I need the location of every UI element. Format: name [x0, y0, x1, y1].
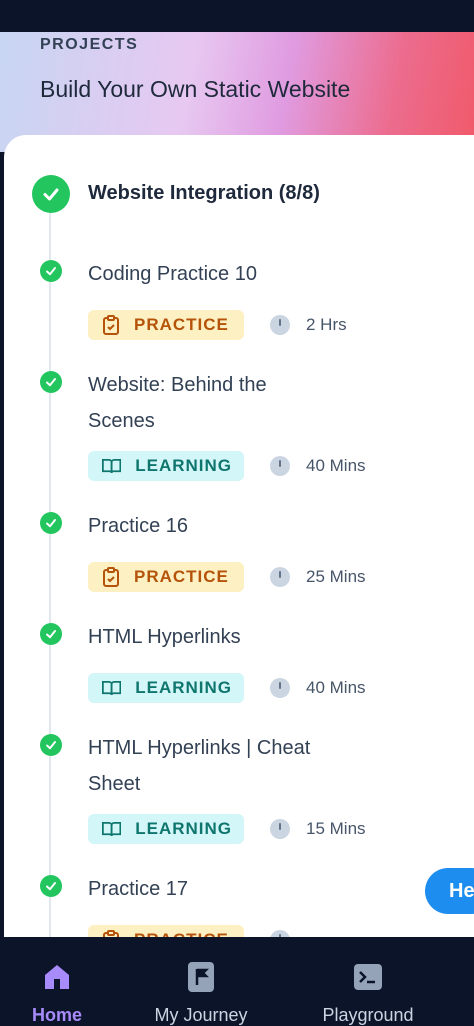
book-icon [102, 681, 122, 696]
duration: 25 Mins [306, 567, 366, 586]
learning-badge: LEARNING [88, 814, 244, 844]
status-bar [0, 0, 474, 32]
clock-icon [270, 930, 290, 937]
nav-label: Home [31, 1005, 82, 1025]
badge-label: LEARNING [135, 456, 232, 475]
check-icon [40, 875, 62, 897]
nav-label: Playground [322, 1005, 414, 1025]
course-card: Website Integration (8/8) Coding Practic… [4, 135, 474, 937]
clipboard-icon [103, 567, 119, 587]
section-label: PROJECTS [40, 36, 139, 53]
badge-label: PRACTICE [134, 315, 229, 334]
nav-item-my-journey[interactable]: My Journey [148, 937, 254, 1026]
clock-icon [270, 456, 290, 476]
page-title: Build Your Own Static Website [40, 76, 351, 102]
book-icon [102, 459, 122, 474]
home-icon [42, 961, 72, 993]
item-title[interactable]: Practice 17 [88, 871, 338, 907]
duration: 40 Mins [306, 678, 366, 697]
timeline-line [49, 195, 51, 937]
nav-label: My Journey [154, 1005, 248, 1025]
learning-badge: LEARNING [88, 451, 244, 481]
check-icon [40, 512, 62, 534]
learning-badge: LEARNING [88, 673, 244, 703]
nav-item-home[interactable]: Home [20, 937, 94, 1026]
check-icon [40, 734, 62, 756]
module-check-icon [32, 175, 70, 213]
flag-icon [186, 961, 216, 993]
project-header: PROJECTS Build Your Own Static Website [0, 32, 474, 152]
clipboard-icon [103, 315, 119, 335]
bottom-nav: Home My Journey Playground [0, 937, 474, 1026]
clock-icon [270, 678, 290, 698]
clipboard-icon [103, 930, 119, 937]
practice-badge: PRACTICE [88, 925, 244, 937]
nav-item-playground[interactable]: Playground [316, 937, 420, 1026]
clock-icon [270, 567, 290, 587]
terminal-icon [353, 961, 383, 993]
item-title[interactable]: Practice 16 [88, 508, 338, 544]
help-button-label: He [449, 879, 474, 902]
item-title[interactable]: HTML Hyperlinks [88, 619, 338, 655]
badge-label: PRACTICE [134, 930, 229, 937]
check-icon [40, 371, 62, 393]
item-title[interactable]: Website: Behind the Scenes [88, 367, 338, 439]
check-icon [40, 623, 62, 645]
item-title[interactable]: HTML Hyperlinks | Cheat Sheet [88, 730, 358, 802]
clock-icon [270, 819, 290, 839]
clock-icon [270, 315, 290, 335]
badge-label: LEARNING [135, 678, 232, 697]
module-title[interactable]: Website Integration (8/8) [88, 182, 320, 205]
duration: 15 Mins [306, 819, 366, 838]
practice-badge: PRACTICE [88, 310, 244, 340]
badge-label: LEARNING [135, 819, 232, 838]
duration: 40 Mins [306, 456, 366, 475]
badge-label: PRACTICE [134, 567, 229, 586]
book-icon [102, 822, 122, 837]
practice-badge: PRACTICE [88, 562, 244, 592]
duration: 2 Hrs [306, 315, 347, 334]
item-title[interactable]: Coding Practice 10 [88, 256, 338, 292]
help-button[interactable]: He [425, 868, 474, 914]
check-icon [40, 260, 62, 282]
